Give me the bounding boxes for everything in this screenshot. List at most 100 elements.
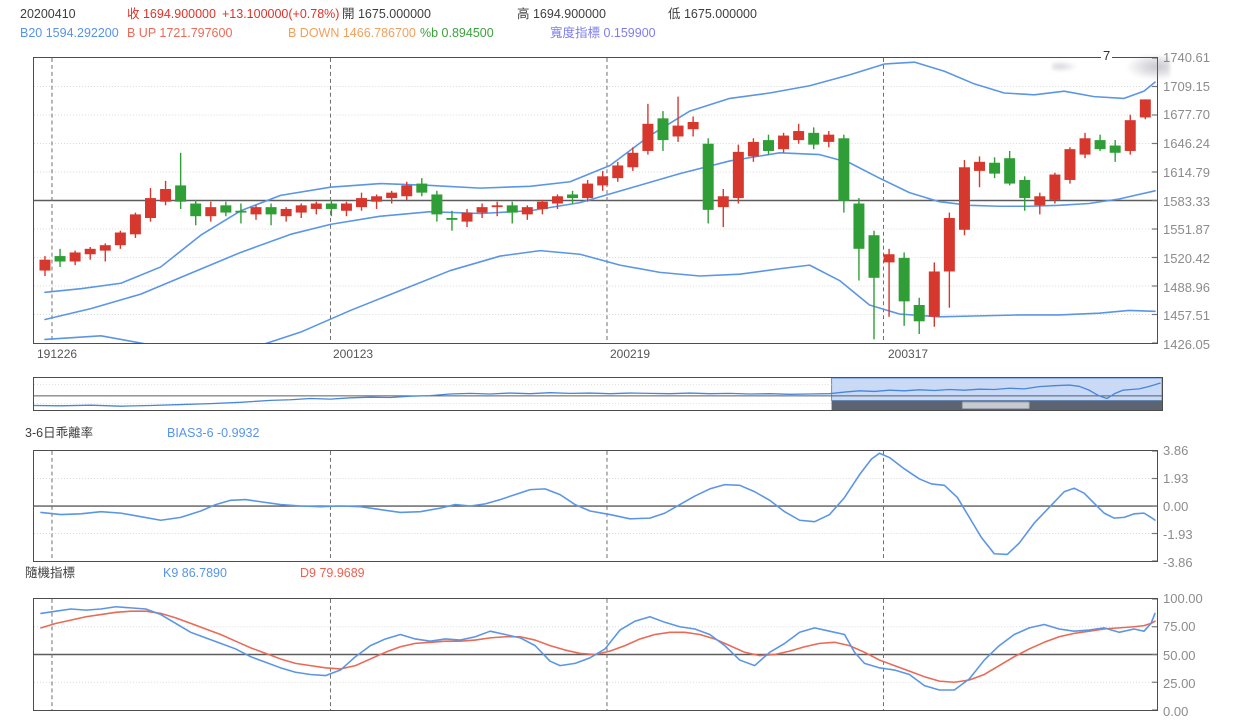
bias-panel-title: 3-6日乖離率 xyxy=(25,426,94,440)
navigator-scroll-thumb[interactable] xyxy=(961,401,1030,410)
candle-body xyxy=(114,232,126,246)
candle-body xyxy=(943,218,955,272)
candle-body xyxy=(687,121,699,130)
candle-body xyxy=(1094,140,1106,150)
candlestick-chart-panel[interactable] xyxy=(33,57,1158,344)
bias-line xyxy=(40,452,1156,556)
candle-body xyxy=(446,218,458,220)
y-axis-label: -3.86 xyxy=(1163,555,1193,570)
y-axis-label: 25.00 xyxy=(1163,675,1196,691)
candle-body xyxy=(732,151,744,199)
candle-body xyxy=(868,235,880,278)
y-axis-label: 1551.87 xyxy=(1163,222,1210,238)
candle-body xyxy=(371,196,383,202)
y-axis-label: 1583.33 xyxy=(1163,193,1210,209)
quote-low: 低 1675.000000 xyxy=(668,7,757,21)
y-axis-label: 0.00 xyxy=(1163,499,1189,514)
candle-body xyxy=(476,207,488,213)
d9-legend: D9 79.9689 xyxy=(300,566,365,580)
quote-change: +13.100000(+0.78%) xyxy=(222,7,340,21)
candle-body xyxy=(898,257,910,302)
candle-body xyxy=(340,203,352,211)
candle-body xyxy=(1124,120,1136,151)
y-axis-label: 1457.51 xyxy=(1163,308,1210,324)
bollinger-header-row: B20 1594.292200 B UP 1721.797600 B DOWN … xyxy=(0,25,1242,41)
quote-high: 高 1694.900000 xyxy=(517,7,606,21)
k9-legend: K9 86.7890 xyxy=(163,566,227,580)
y-axis-label: 1740.61 xyxy=(1163,50,1210,65)
candle-body xyxy=(913,304,925,322)
candles-layer xyxy=(39,96,1151,340)
candle-body xyxy=(717,196,729,208)
navigator-panel[interactable] xyxy=(33,377,1163,411)
candle-body xyxy=(325,203,337,209)
candle-body xyxy=(928,271,940,317)
y-axis-label: 1614.79 xyxy=(1163,164,1210,180)
candle-body xyxy=(642,123,654,151)
kd-panel-title: 隨機指標 xyxy=(25,566,76,580)
candle-body xyxy=(1064,149,1076,180)
candle-body xyxy=(1139,99,1151,118)
x-axis-label: 200123 xyxy=(333,347,374,361)
candle-body xyxy=(1049,174,1061,200)
candle-body xyxy=(280,208,292,217)
x-axis-label: 200219 xyxy=(610,347,651,361)
watermark-blob xyxy=(1126,56,1170,80)
candle-body xyxy=(567,194,579,199)
stock-chart-app: 20200410 收 1694.900000 +13.100000(+0.78%… xyxy=(0,0,1242,723)
watermark-blob xyxy=(1052,61,1078,72)
candle-body xyxy=(1034,196,1046,206)
candle-body xyxy=(853,203,865,249)
y-axis-label: 1488.96 xyxy=(1163,279,1210,295)
candle-body xyxy=(838,138,850,201)
candle-body xyxy=(1004,158,1016,184)
candle-body xyxy=(778,135,790,150)
candle-body xyxy=(401,185,413,197)
candle-body xyxy=(506,205,518,213)
bup-value: B UP 1721.797600 xyxy=(127,26,233,40)
candle-body xyxy=(416,183,428,193)
candle-body xyxy=(69,252,81,262)
candle-body xyxy=(295,205,307,213)
candle-body xyxy=(883,254,895,263)
y-axis-label: 0.00 xyxy=(1163,704,1189,719)
candle-body xyxy=(1079,138,1091,155)
bias-chart-panel[interactable] xyxy=(33,450,1158,562)
candle-body xyxy=(763,140,774,151)
y-axis-label: -1.93 xyxy=(1163,527,1193,542)
y-axis-label: 1.93 xyxy=(1163,471,1189,486)
candle-body xyxy=(551,196,563,204)
candle-body xyxy=(612,165,624,179)
quote-header-row: 20200410 收 1694.900000 +13.100000(+0.78%… xyxy=(0,6,1242,22)
series-marker: 7 xyxy=(1101,48,1113,63)
candle-body xyxy=(1019,179,1031,199)
candle-body xyxy=(747,141,759,157)
y-axis-label: 1426.05 xyxy=(1163,337,1210,352)
y-axis-label: 75.00 xyxy=(1163,619,1196,635)
percent-b-value: %b 0.894500 xyxy=(420,26,494,40)
d9-line xyxy=(40,610,1156,684)
quote-close: 收 1694.900000 xyxy=(127,7,216,21)
candle-body xyxy=(536,201,548,209)
kd-chart-panel[interactable] xyxy=(33,598,1158,711)
bdown-value: B DOWN 1466.786700 xyxy=(288,26,416,40)
candle-body xyxy=(597,176,609,186)
candle-body xyxy=(808,132,820,145)
candle-body xyxy=(175,185,187,202)
candle-body xyxy=(265,207,277,215)
candle-body xyxy=(582,183,594,199)
candle-body xyxy=(793,131,805,141)
candle-body xyxy=(491,205,503,208)
y-axis-label: 1646.24 xyxy=(1163,136,1210,152)
candle-body xyxy=(235,210,247,213)
candle-body xyxy=(1109,145,1121,153)
y-axis-label: 1709.15 xyxy=(1163,78,1210,94)
bandwidth-value: 寬度指標 0.159900 xyxy=(550,26,656,40)
y-axis-label: 1520.42 xyxy=(1163,250,1210,266)
candle-body xyxy=(823,134,835,142)
candle-body xyxy=(129,214,141,235)
candle-body xyxy=(220,205,232,213)
y-axis-label: 1677.70 xyxy=(1163,107,1210,123)
candle-body xyxy=(99,245,111,251)
candle-body xyxy=(521,207,533,215)
